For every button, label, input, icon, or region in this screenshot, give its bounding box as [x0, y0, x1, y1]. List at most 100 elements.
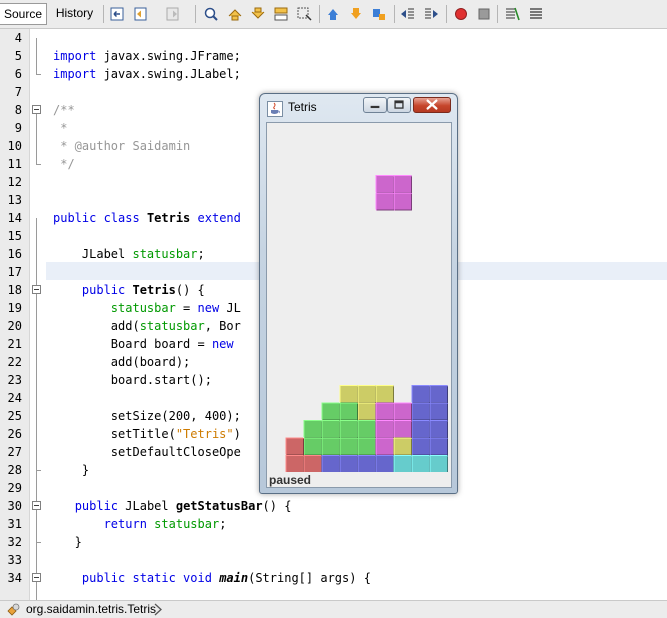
stacked-block-cell [285, 437, 304, 456]
shift-right-button[interactable] [422, 5, 440, 23]
code-text[interactable]: import javax.swing.JLabel; [53, 65, 241, 83]
stacked-block-cell [321, 420, 340, 438]
stacked-block-cell [393, 402, 412, 421]
code-text[interactable]: JLabel statusbar; [53, 245, 205, 263]
fold-guide [36, 114, 37, 164]
line-number: 30 [7, 499, 22, 513]
code-text[interactable]: public JLabel getStatusBar() { [53, 497, 292, 515]
toolbar-separator [103, 5, 104, 23]
fold-guide-end [36, 470, 41, 471]
stop-macro-button[interactable] [475, 5, 493, 23]
code-text[interactable]: add(board); [53, 353, 190, 371]
code-text[interactable]: * [53, 119, 67, 137]
line-number: 26 [7, 427, 22, 441]
code-text[interactable]: Board board = new [53, 335, 234, 353]
tetris-content-pane: paused [266, 122, 452, 488]
tab-history[interactable]: History [49, 3, 100, 25]
code-line[interactable]: 32 } [0, 533, 667, 551]
stacked-block-cell [393, 437, 412, 456]
line-number: 25 [7, 409, 22, 423]
last-edit-button[interactable] [108, 5, 126, 23]
fold-toggle-comment[interactable] [32, 105, 41, 114]
code-text[interactable]: * @author Saidamin [53, 137, 190, 155]
code-line[interactable]: 30 public JLabel getStatusBar() { [0, 497, 667, 515]
stacked-block-cell [303, 437, 322, 456]
code-text[interactable]: board.start(); [53, 371, 212, 389]
code-line[interactable]: 31 return statusbar; [0, 515, 667, 533]
close-button[interactable] [413, 97, 451, 113]
line-number: 16 [7, 247, 22, 261]
tab-source[interactable]: Source [0, 3, 47, 25]
stacked-block-cell [393, 455, 412, 472]
line-number: 11 [7, 157, 22, 171]
find-next-button[interactable] [249, 5, 267, 23]
code-line[interactable]: 4 [0, 29, 667, 47]
code-text[interactable]: add(statusbar, Bor [53, 317, 241, 335]
fold-toggle-main[interactable] [32, 573, 41, 582]
tetris-statusbar: paused [269, 473, 312, 487]
line-number: 12 [7, 175, 22, 189]
stacked-block-cell [375, 402, 394, 421]
find-previous-button[interactable] [226, 5, 244, 23]
toggle-bookmark-button[interactable] [370, 5, 388, 23]
code-text[interactable]: public class Tetris extend [53, 209, 241, 227]
toggle-highlight-button[interactable] [295, 5, 313, 23]
code-text[interactable]: setSize(200, 400); [53, 407, 241, 425]
code-text[interactable]: public static void main(String[] args) { [53, 569, 371, 587]
forward-button[interactable] [164, 5, 182, 23]
code-text[interactable]: public Tetris() { [53, 281, 205, 299]
stacked-block-cell [375, 455, 394, 472]
fold-toggle-getstatusbar[interactable] [32, 501, 41, 510]
stacked-block-cell [339, 385, 358, 403]
shift-left-button[interactable] [399, 5, 417, 23]
chevron-right-icon[interactable] [153, 603, 163, 616]
uncomment-button[interactable] [527, 5, 545, 23]
code-text[interactable]: return statusbar; [53, 515, 227, 533]
find-button[interactable] [202, 5, 220, 23]
code-line[interactable]: 5 import javax.swing.JFrame; [0, 47, 667, 65]
next-bookmark-icon [351, 8, 361, 19]
fold-guide-end [36, 164, 41, 165]
maximize-button[interactable] [387, 97, 411, 113]
code-line[interactable]: 34 public static void main(String[] args… [0, 569, 667, 587]
line-number: 4 [14, 31, 22, 45]
toolbar-separator [394, 5, 395, 23]
start-macro-button[interactable] [452, 5, 470, 23]
java-class-icon [7, 603, 20, 616]
minimize-button[interactable] [363, 97, 387, 113]
stacked-block-cell [411, 385, 430, 403]
stacked-block-cell [357, 455, 376, 472]
stacked-block-cell [339, 455, 358, 472]
toolbar-separator [319, 5, 320, 23]
code-text[interactable]: /** [53, 101, 75, 119]
stacked-block-cell [357, 402, 376, 421]
line-number: 27 [7, 445, 22, 459]
code-text[interactable]: */ [53, 155, 74, 173]
comment-button[interactable] [503, 5, 521, 23]
stacked-block-cell [303, 420, 322, 438]
code-line[interactable]: 33 [0, 551, 667, 569]
back-button[interactable] [132, 5, 150, 23]
line-number: 19 [7, 301, 22, 315]
close-icon [426, 99, 438, 110]
tetris-board[interactable] [267, 123, 451, 472]
code-text[interactable]: import javax.swing.JFrame; [53, 47, 241, 65]
next-bookmark-button[interactable] [347, 5, 365, 23]
code-text[interactable]: setDefaultCloseOpe [53, 443, 241, 461]
code-text[interactable]: } [53, 533, 82, 551]
fold-guide-end [36, 542, 41, 543]
fold-toggle-constructor[interactable] [32, 285, 41, 294]
java-cup-icon [267, 101, 283, 117]
comment-icon [506, 7, 520, 21]
previous-bookmark-button[interactable] [324, 5, 342, 23]
code-line[interactable]: 6 import javax.swing.JLabel; [0, 65, 667, 83]
line-number: 24 [7, 391, 22, 405]
code-text[interactable]: statusbar = new JL [53, 299, 241, 317]
code-text[interactable]: setTitle("Tetris") [53, 425, 241, 443]
navigation-breadcrumb-bar: org.saidamin.tetris.Tetris [0, 600, 667, 618]
tetris-window[interactable]: Tetris paused [259, 93, 458, 494]
find-selection-button[interactable] [272, 5, 290, 23]
code-text[interactable]: } [53, 461, 89, 479]
line-number: 9 [14, 121, 22, 135]
breadcrumb-class[interactable]: org.saidamin.tetris.Tetris [26, 601, 156, 618]
